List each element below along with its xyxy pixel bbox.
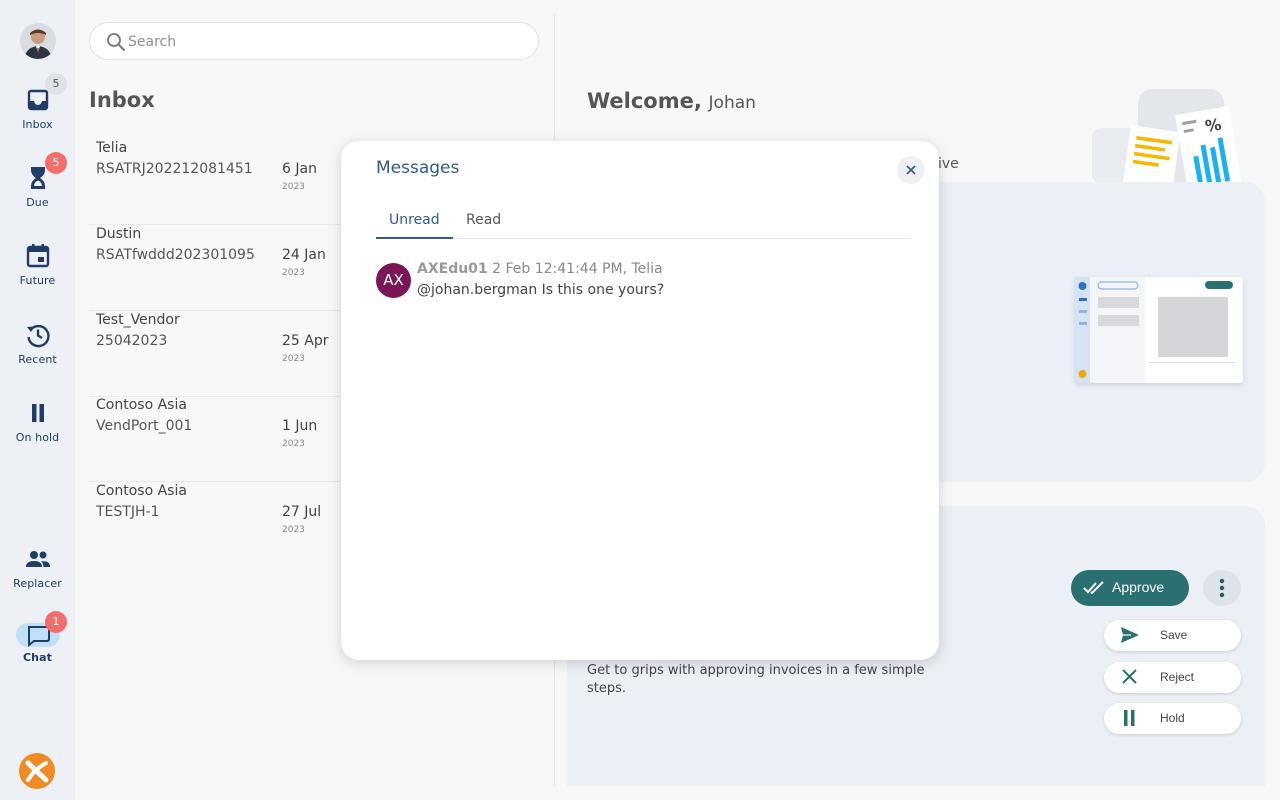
inbox-item-ref: RSATfwddd202301095 [96, 247, 255, 263]
history-icon [26, 324, 50, 348]
tab-unread[interactable]: Unread [389, 212, 440, 228]
nav-future[interactable]: Future [0, 242, 75, 287]
nav-recent[interactable]: Recent [0, 321, 75, 366]
nav-due-label: Due [26, 196, 49, 209]
inbox-item[interactable]: Contoso Asia TESTJH-1 27 Jul 2023 [89, 483, 369, 568]
hold-label: Hold [1160, 711, 1185, 725]
inbox-item-date: 25 Apr [282, 333, 329, 349]
inbox-item-year: 2023 [282, 439, 305, 449]
inbox-item-year: 2023 [282, 268, 305, 278]
message-author: AXEdu01 [417, 261, 488, 277]
guide-description: Get to grips with approving invoices in … [587, 663, 925, 696]
approve-button[interactable]: Approve [1071, 570, 1189, 606]
double-check-icon [1083, 581, 1104, 595]
nav-inbox[interactable]: Inbox [0, 86, 75, 131]
tab-read[interactable]: Read [466, 212, 501, 228]
nav-recent-label: Recent [18, 353, 57, 366]
app-preview-icon [1075, 277, 1236, 383]
inbox-item-date: 27 Jul [282, 504, 322, 520]
search-icon [107, 33, 125, 51]
pause-icon [31, 404, 44, 422]
reject-button[interactable]: Reject [1104, 662, 1241, 693]
nav-on-hold-label: On hold [15, 431, 60, 444]
nav-replacer[interactable]: Replacer [0, 545, 75, 590]
nav-on-hold[interactable]: On hold [0, 399, 75, 444]
nav-replacer-label: Replacer [13, 577, 62, 590]
message-meta: AXEdu01 2 Feb 12:41:44 PM, Telia [417, 261, 663, 277]
inbox-item-date: 1 Jun [282, 418, 318, 434]
nav-inbox-label: Inbox [22, 118, 53, 131]
calendar-icon [26, 244, 49, 268]
message-body: @johan.bergman Is this one yours? [417, 282, 665, 298]
inbox-item[interactable]: Telia RSATRJ202212081451 6 Jan 2023 [89, 140, 369, 225]
inbox-item-vendor: Test_Vendor [96, 312, 180, 328]
modal-close-button[interactable] [897, 156, 925, 184]
inbox-item[interactable]: Test_Vendor 25042023 25 Apr 2023 [89, 312, 369, 397]
inbox-item-ref: RSATRJ202212081451 [96, 161, 253, 177]
hold-button[interactable]: Hold [1104, 703, 1241, 734]
welcome-greeting: Welcome, [587, 89, 702, 113]
save-button[interactable]: Save [1104, 620, 1241, 651]
inbox-item-vendor: Contoso Asia [96, 483, 187, 499]
pause-icon [1124, 710, 1135, 726]
messages-modal: Messages Unread Read AX AXEdu01 2 Feb 12… [341, 141, 939, 660]
app-preview-illustration [1075, 277, 1243, 383]
inbox-item-year: 2023 [282, 525, 305, 535]
inbox-item-ref: VendPort_001 [96, 418, 193, 434]
nav-chat-label: Chat [23, 651, 52, 664]
due-count-badge: 5 [45, 152, 67, 174]
inbox-item[interactable]: Dustin RSATfwddd202301095 24 Jan 2023 [89, 226, 369, 311]
inbox-count-badge: 5 [45, 73, 67, 95]
save-label: Save [1160, 628, 1188, 642]
close-icon [906, 165, 916, 175]
inbox-item-year: 2023 [282, 182, 305, 192]
search-input[interactable] [128, 32, 508, 52]
sidebar: Inbox 5 Due 5 Future Recent On hold Repl… [0, 0, 75, 800]
inbox-item-ref: TESTJH-1 [96, 504, 160, 520]
inbox-item[interactable]: Contoso Asia VendPort_001 1 Jun 2023 [89, 397, 369, 482]
inbox-item-vendor: Dustin [96, 226, 142, 242]
chat-count-badge: 1 [45, 611, 67, 633]
inbox-item-date: 6 Jan [282, 161, 317, 177]
user-avatar[interactable] [20, 23, 56, 59]
welcome-heading: Welcome, Johan [587, 89, 756, 113]
inbox-item-year: 2023 [282, 354, 305, 364]
send-icon [1121, 627, 1139, 643]
welcome-subtitle-fragment: ive [938, 156, 959, 172]
inbox-item-ref: 25042023 [96, 333, 168, 349]
more-options-button[interactable] [1203, 570, 1241, 606]
modal-title: Messages [376, 158, 460, 178]
approve-label: Approve [1112, 579, 1165, 595]
inbox-item-date: 24 Jan [282, 247, 326, 263]
inbox-item-vendor: Contoso Asia [96, 397, 187, 413]
message-avatar: AX [376, 263, 411, 298]
more-vertical-icon [1219, 578, 1225, 598]
tab-active-indicator [376, 237, 453, 239]
search-bar[interactable] [89, 22, 539, 60]
tab-divider [376, 238, 911, 239]
nav-future-label: Future [19, 274, 56, 287]
inbox-item-vendor: Telia [96, 140, 128, 156]
svg-text:%: % [1204, 115, 1223, 136]
app-logo-icon[interactable] [19, 753, 55, 789]
welcome-name: Johan [708, 93, 756, 113]
inbox-title: Inbox [89, 88, 155, 112]
people-icon [25, 551, 50, 567]
x-icon [1122, 669, 1137, 684]
message-timestamp: 2 Feb 12:41:44 PM, Telia [492, 261, 663, 277]
invoice-illustration-icon: % [1092, 89, 1242, 184]
reject-label: Reject [1160, 670, 1195, 684]
